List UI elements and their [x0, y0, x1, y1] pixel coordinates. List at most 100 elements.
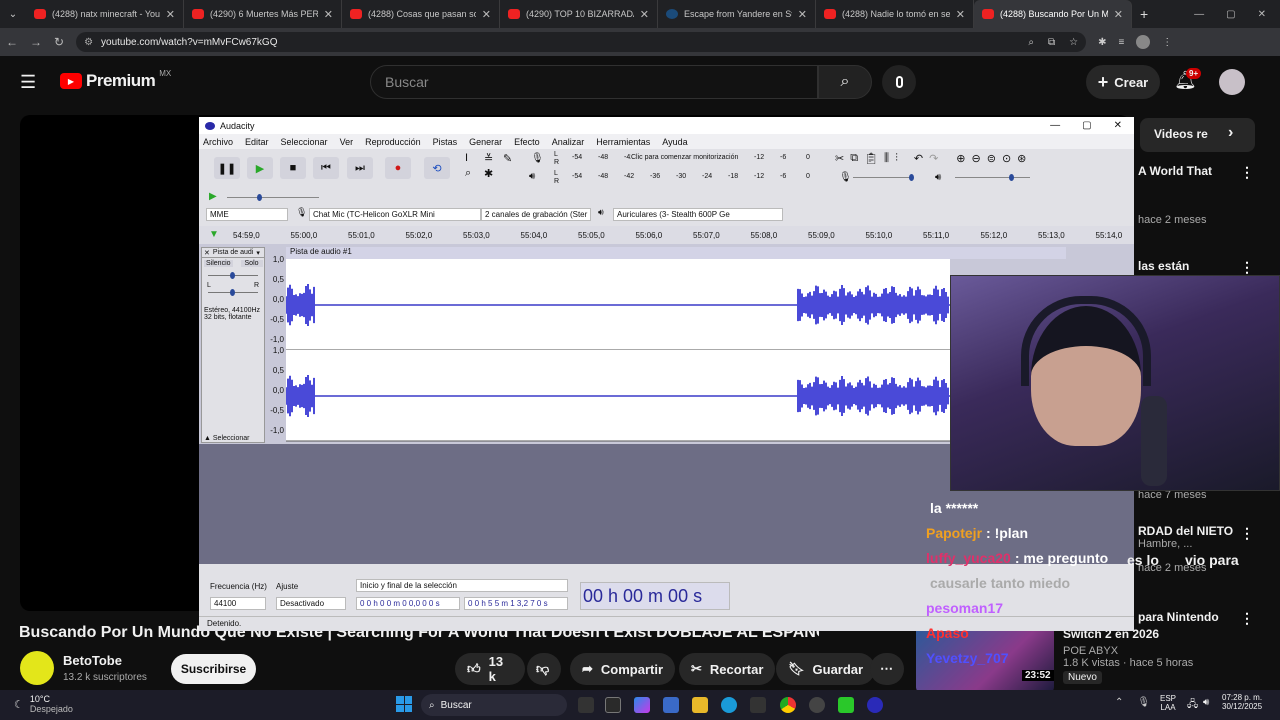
selection-mode-select[interactable]: Inicio y final de la selección [356, 579, 568, 592]
record-meter-icon[interactable]: 🎙︎ [531, 153, 544, 164]
gain-slider[interactable] [208, 272, 258, 279]
bookmark-star-icon[interactable]: ☆ [1069, 37, 1078, 48]
fit-selection-icon[interactable]: ⊜ [987, 152, 996, 165]
paste-icon[interactable]: 📋︎ [864, 152, 878, 165]
input-device-select[interactable]: Chat Mic (TC-Helicon GoXLR Mini [309, 208, 481, 221]
skip-start-button[interactable]: ⏮ [313, 157, 339, 179]
related-video-5[interactable]: para Nintendo [1138, 610, 1219, 624]
youtube-logo[interactable]: ▶ Premium MX [60, 69, 171, 91]
related-video-1[interactable]: A World That hace 2 meses [1138, 164, 1212, 226]
store-icon[interactable] [663, 697, 679, 713]
mute-button[interactable]: Silencio [204, 260, 233, 267]
clock[interactable]: 07:28 p. m. 30/12/2025 [1222, 693, 1262, 711]
zoom-out-icon[interactable]: ⊖ [972, 152, 981, 165]
snipping-tool-icon[interactable] [750, 697, 766, 713]
browser-tab[interactable]: (4288) natx minecraft - YouTub ✕ [26, 0, 184, 28]
clip-title-bar[interactable]: Pista de audio #1 [286, 247, 1066, 259]
menu-generar[interactable]: Generar [469, 137, 502, 147]
window-controls[interactable]: — ▢ ✕ [1050, 120, 1134, 131]
playback-meter[interactable]: R L -54 -48 -42 -36 -30 -24 -18 -12 -6 0 [554, 170, 819, 185]
menu-herramientas[interactable]: Herramientas [596, 137, 650, 147]
reading-list-icon[interactable]: ≡ [1118, 37, 1124, 48]
zoom-in-icon[interactable]: ⊕ [956, 152, 965, 165]
voice-search-button[interactable] [882, 65, 916, 99]
output-device-select[interactable]: Auriculares (3- Stealth 600P Ge [613, 208, 783, 221]
weather-widget[interactable]: ☾ 10°C Despejado [14, 694, 73, 714]
more-actions-button[interactable]: ⋯ [870, 653, 904, 685]
draw-tool-icon[interactable]: ✎ [503, 152, 520, 165]
menu-efecto[interactable]: Efecto [514, 137, 540, 147]
redo-icon[interactable]: ↷ [929, 152, 938, 165]
selection-tool-icon[interactable]: I [465, 152, 482, 165]
time-display[interactable]: 00 h 00 m 00 s [580, 582, 730, 610]
pinned-app-icon[interactable] [605, 697, 621, 713]
channel-name[interactable]: BetoTobe [63, 653, 122, 668]
hamburger-menu-icon[interactable]: ☰ [20, 72, 36, 93]
save-button[interactable]: 🔖︎ Guardar [776, 653, 876, 685]
mic-volume-slider[interactable] [909, 174, 914, 181]
menu-archivo[interactable]: Archivo [203, 137, 233, 147]
share-button[interactable]: ➦ Compartir [570, 653, 676, 685]
tray-mic-icon[interactable]: 🎙︎ [1137, 697, 1150, 708]
play-button[interactable]: ▶ [247, 157, 273, 179]
reload-icon[interactable]: ↻ [54, 35, 64, 49]
pause-button[interactable]: ❚❚ [214, 157, 240, 179]
steam-icon[interactable] [809, 697, 825, 713]
menu-pistas[interactable]: Pistas [433, 137, 458, 147]
close-tab-icon[interactable]: ✕ [324, 8, 333, 21]
file-explorer-icon[interactable] [692, 697, 708, 713]
tray-chevron-icon[interactable]: ⌃ [1115, 697, 1123, 708]
close-tab-icon[interactable]: ✕ [798, 8, 807, 21]
related-video-2[interactable]: las están [1138, 259, 1189, 273]
dislike-button[interactable]: 👎︎ [527, 653, 561, 685]
snap-select[interactable]: Desactivado [276, 597, 346, 610]
system-tray[interactable]: ⌃ 🎙︎ [1115, 697, 1150, 708]
task-view-icon[interactable] [578, 697, 594, 713]
more-options-icon[interactable]: ⋮ [1240, 525, 1254, 542]
account-avatar[interactable] [1219, 69, 1245, 95]
browser-menu-icon[interactable]: ⋮ [1162, 37, 1172, 48]
record-button[interactable]: ● [385, 157, 411, 179]
select-track-button[interactable]: ▲ Seleccionar [204, 435, 249, 442]
menu-reproducción[interactable]: Reproducción [365, 137, 421, 147]
extensions-icon[interactable]: ✱ [1098, 37, 1106, 48]
menu-ayuda[interactable]: Ayuda [662, 137, 687, 147]
url-field[interactable]: ⚙ youtube.com/watch?v=mMvFCw67kGQ ⌕ ⧉ ☆ [76, 32, 1087, 52]
solo-button[interactable]: Solo [240, 260, 263, 267]
menu-analizar[interactable]: Analizar [552, 137, 585, 147]
chevron-down-icon[interactable]: ▾ [256, 249, 260, 257]
browser-tab[interactable]: (4288) Buscando Por Un Mundo ✕ [974, 0, 1132, 28]
fit-project-icon[interactable]: ⊙ [1002, 152, 1011, 165]
zoom-tool-icon[interactable]: ⌕ [465, 167, 482, 180]
zoom-icon[interactable]: ⌕ [1028, 37, 1034, 48]
browser-tab[interactable]: (4290) TOP 10 BIZARRADAS DE ✕ [500, 0, 658, 28]
create-button[interactable]: + Crear [1086, 65, 1160, 99]
start-button[interactable] [396, 696, 412, 712]
clip-button[interactable]: ✂ Recortar [679, 653, 776, 685]
close-track-icon[interactable]: ✕ [204, 249, 210, 257]
pan-slider[interactable]: LR [207, 282, 259, 296]
timeline-ruler[interactable]: ▼ 54:59,0 55:00,0 55:01,0 55:02,0 55:03,0 55:… [199, 226, 1134, 244]
app-icon[interactable] [838, 697, 854, 713]
play-at-speed-button[interactable]: ▶ [209, 191, 217, 202]
envelope-tool-icon[interactable]: ≚ [484, 152, 501, 165]
like-button[interactable]: 👍︎ 13 k [455, 653, 525, 685]
timeline-play-icon[interactable]: ▼ [209, 229, 219, 240]
forward-icon[interactable]: → [30, 35, 42, 49]
playback-volume-slider[interactable] [1009, 174, 1014, 181]
browser-tab[interactable]: (4288) Nadie lo tomó en serio ✕ [816, 0, 974, 28]
more-options-icon[interactable]: ⋮ [1240, 259, 1254, 276]
more-options-icon[interactable]: ⋮ [1240, 610, 1254, 627]
more-options-icon[interactable]: ⋮ [1240, 164, 1254, 181]
silence-icon[interactable]: ⫶ [895, 152, 898, 165]
edge-icon[interactable] [721, 697, 737, 713]
chevron-right-icon[interactable]: › [1228, 124, 1233, 142]
menu-ver[interactable]: Ver [340, 137, 354, 147]
close-tab-icon[interactable]: ✕ [482, 8, 491, 21]
tab-list-icon[interactable]: ⌄ [0, 9, 26, 20]
search-button[interactable]: ⌕ [818, 65, 872, 99]
search-input[interactable]: Buscar [370, 65, 818, 99]
site-info-icon[interactable]: ⚙ [84, 37, 93, 48]
window-controls[interactable]: — ▢ ✕ [1194, 9, 1280, 20]
skip-end-button[interactable]: ⏭ [347, 157, 373, 179]
